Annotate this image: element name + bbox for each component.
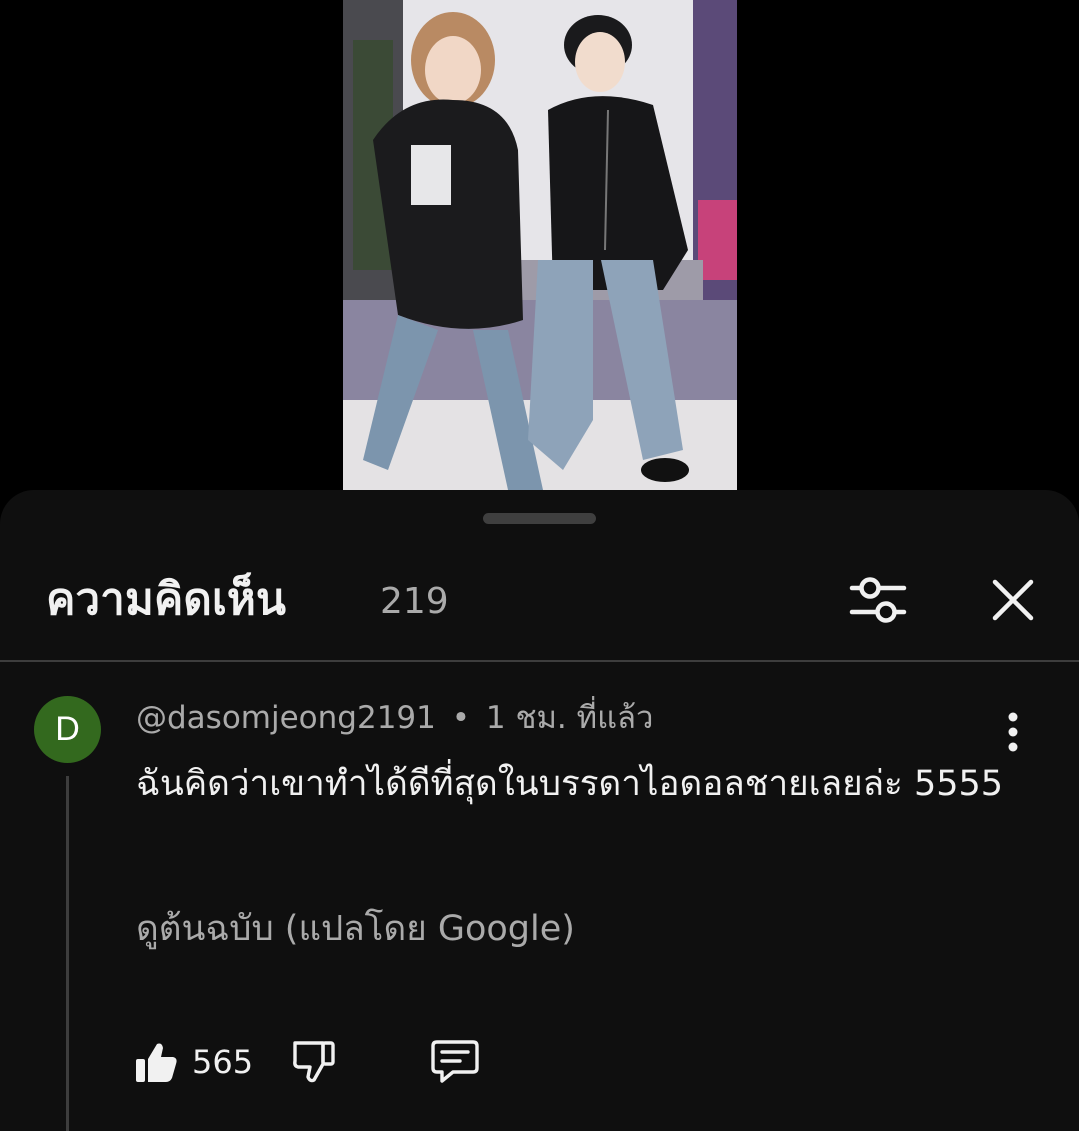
screen: ความคิดเห็น 219 D @dasomjeong2191 • 1 ชม… <box>0 0 1079 1131</box>
reply-comment-icon <box>431 1040 479 1083</box>
video-thumbnail-image <box>343 0 737 490</box>
thumbs-down-icon <box>293 1041 335 1083</box>
comment-time: 1 ชม. ที่แล้ว <box>485 700 654 736</box>
avatar-letter: D <box>55 710 80 748</box>
comment-more-button[interactable] <box>988 700 1038 764</box>
drag-handle[interactable] <box>483 513 596 524</box>
video-player[interactable] <box>0 0 1079 500</box>
reply-button[interactable] <box>430 1034 482 1090</box>
comments-count: 219 <box>380 581 449 622</box>
thumbs-up-filled-icon <box>136 1043 177 1082</box>
more-vertical-icon <box>1008 712 1018 752</box>
comment-text: ฉันคิดว่าเขาทำได้ดีที่สุดในบรรดาไอดอลชาย… <box>136 764 1004 804</box>
see-original-link[interactable]: ดูต้นฉบับ (แปลโดย Google) <box>136 904 575 954</box>
dislike-button[interactable] <box>292 1034 342 1090</box>
like-count: 565 <box>192 1043 254 1081</box>
comment-actions: 565 <box>134 1034 734 1090</box>
sliders-icon <box>849 577 907 623</box>
comment-author[interactable]: @dasomjeong2191 <box>136 700 436 736</box>
comment-item: D @dasomjeong2191 • 1 ชม. ที่แล้ว ฉันคิด… <box>0 662 1079 1131</box>
thread-line <box>66 776 69 1131</box>
close-icon <box>992 579 1034 621</box>
comments-title: ความคิดเห็น <box>46 574 286 625</box>
comment-meta: @dasomjeong2191 • 1 ชม. ที่แล้ว <box>136 696 653 740</box>
avatar[interactable]: D <box>34 696 101 763</box>
close-button[interactable] <box>977 564 1049 636</box>
meta-separator: • <box>451 700 471 736</box>
comments-sheet: ความคิดเห็น 219 D @dasomjeong2191 • 1 ชม… <box>0 490 1079 1131</box>
like-button[interactable]: 565 <box>134 1034 253 1090</box>
sort-filter-button[interactable] <box>842 564 914 636</box>
comments-header: ความคิดเห็น 219 <box>0 550 1079 660</box>
video-frame[interactable] <box>343 0 737 490</box>
